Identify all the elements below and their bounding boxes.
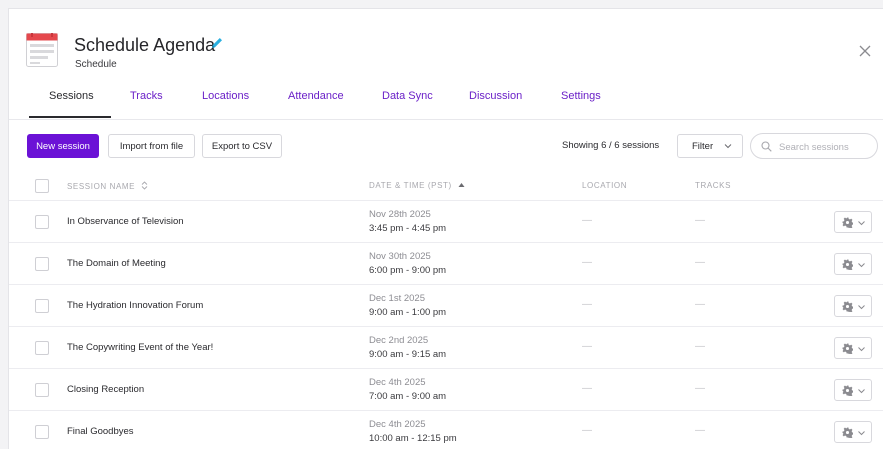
row-checkbox[interactable] <box>35 299 49 313</box>
select-all-checkbox[interactable] <box>35 179 49 193</box>
column-label-date-time: DATE & TIME (PST) <box>369 181 452 190</box>
calendar-app-icon <box>26 33 58 67</box>
search-input[interactable] <box>777 138 877 156</box>
chevron-down-icon <box>858 431 865 436</box>
tab-locations[interactable]: Locations <box>202 90 249 102</box>
tab-bar: Sessions Tracks Locations Attendance Dat… <box>29 82 883 118</box>
search-box[interactable] <box>750 133 878 159</box>
page-subtitle: Schedule <box>75 59 117 70</box>
column-header-date-time[interactable]: DATE & TIME (PST) <box>369 181 465 190</box>
row-checkbox[interactable] <box>35 383 49 397</box>
pencil-icon[interactable] <box>210 36 224 50</box>
row-actions-button[interactable] <box>834 211 872 233</box>
column-header-tracks[interactable]: TRACKS <box>695 181 731 190</box>
chevron-down-icon <box>858 305 865 310</box>
gear-icon <box>842 259 853 270</box>
tab-attendance[interactable]: Attendance <box>288 90 344 102</box>
column-label-session-name: SESSION NAME <box>67 182 136 191</box>
session-date: Dec 4th 2025 <box>369 377 426 388</box>
table-row[interactable]: The Domain of Meeting Nov 30th 2025 6:00… <box>9 242 883 285</box>
session-time: 3:45 pm - 4:45 pm <box>369 223 447 234</box>
tab-data-sync[interactable]: Data Sync <box>382 90 433 102</box>
gear-icon <box>842 343 853 354</box>
search-icon <box>761 141 772 152</box>
session-location: — <box>582 383 592 394</box>
session-tracks: — <box>695 425 705 436</box>
row-checkbox[interactable] <box>35 215 49 229</box>
session-tracks: — <box>695 341 705 352</box>
close-icon[interactable] <box>859 45 871 57</box>
tab-tracks[interactable]: Tracks <box>130 90 163 102</box>
session-count: Showing 6 / 6 sessions <box>562 140 660 151</box>
page-title: Schedule Agenda <box>74 35 216 55</box>
session-date: Dec 4th 2025 <box>369 419 426 430</box>
row-checkbox[interactable] <box>35 257 49 271</box>
table-row[interactable]: In Observance of Television Nov 28th 202… <box>9 200 883 243</box>
session-location: — <box>582 425 592 436</box>
session-name[interactable]: Closing Reception <box>67 384 144 395</box>
chevron-down-icon <box>724 144 732 149</box>
session-tracks: — <box>695 215 705 226</box>
sort-icon <box>141 181 148 190</box>
row-actions-button[interactable] <box>834 421 872 443</box>
tab-sessions[interactable]: Sessions <box>49 90 94 102</box>
session-date: Dec 1st 2025 <box>369 293 425 304</box>
row-actions-button[interactable] <box>834 295 872 317</box>
table-row[interactable]: The Copywriting Event of the Year! Dec 2… <box>9 326 883 369</box>
row-checkbox[interactable] <box>35 425 49 439</box>
session-time: 9:00 am - 1:00 pm <box>369 307 447 318</box>
session-location: — <box>582 299 592 310</box>
tabs-divider <box>9 119 883 120</box>
chevron-down-icon <box>858 389 865 394</box>
column-header-session-name[interactable]: SESSION NAME <box>67 181 148 191</box>
gear-icon <box>842 301 853 312</box>
session-name[interactable]: The Copywriting Event of the Year! <box>67 342 213 353</box>
active-tab-indicator <box>29 116 111 118</box>
filter-dropdown[interactable]: Filter <box>677 134 743 158</box>
filter-label: Filter <box>692 140 714 152</box>
new-session-button[interactable]: New session <box>27 134 99 158</box>
tab-settings[interactable]: Settings <box>561 90 601 102</box>
sort-asc-icon <box>458 183 465 187</box>
table-row[interactable]: Closing Reception Dec 4th 2025 7:00 am -… <box>9 368 883 411</box>
table-row[interactable]: The Hydration Innovation Forum Dec 1st 2… <box>9 284 883 327</box>
session-location: — <box>582 341 592 352</box>
session-date: Nov 28th 2025 <box>369 209 431 220</box>
session-date: Dec 2nd 2025 <box>369 335 429 346</box>
session-tracks: — <box>695 299 705 310</box>
session-tracks: — <box>695 383 705 394</box>
session-time: 10:00 am - 12:15 pm <box>369 433 457 444</box>
session-name[interactable]: Final Goodbyes <box>67 426 134 437</box>
chevron-down-icon <box>858 347 865 352</box>
row-actions-button[interactable] <box>834 253 872 275</box>
session-time: 6:00 pm - 9:00 pm <box>369 265 447 276</box>
table-row[interactable]: Final Goodbyes Dec 4th 2025 10:00 am - 1… <box>9 410 883 449</box>
session-tracks: — <box>695 257 705 268</box>
row-actions-button[interactable] <box>834 379 872 401</box>
chevron-down-icon <box>858 263 865 268</box>
row-checkbox[interactable] <box>35 341 49 355</box>
session-name[interactable]: The Hydration Innovation Forum <box>67 300 203 311</box>
chevron-down-icon <box>858 221 865 226</box>
row-actions-button[interactable] <box>834 337 872 359</box>
export-csv-button[interactable]: Export to CSV <box>202 134 282 158</box>
session-date: Nov 30th 2025 <box>369 251 431 262</box>
session-location: — <box>582 257 592 268</box>
column-header-location[interactable]: LOCATION <box>582 181 627 190</box>
session-name[interactable]: The Domain of Meeting <box>67 258 166 269</box>
session-time: 9:00 am - 9:15 am <box>369 349 447 360</box>
session-location: — <box>582 215 592 226</box>
gear-icon <box>842 385 853 396</box>
gear-icon <box>842 217 853 228</box>
session-name[interactable]: In Observance of Television <box>67 216 184 227</box>
import-from-file-button[interactable]: Import from file <box>108 134 195 158</box>
tab-discussion[interactable]: Discussion <box>469 90 522 102</box>
schedule-agenda-panel: Schedule Agenda Schedule Sessions Tracks… <box>8 8 883 449</box>
session-time: 7:00 am - 9:00 am <box>369 391 447 402</box>
gear-icon <box>842 427 853 438</box>
